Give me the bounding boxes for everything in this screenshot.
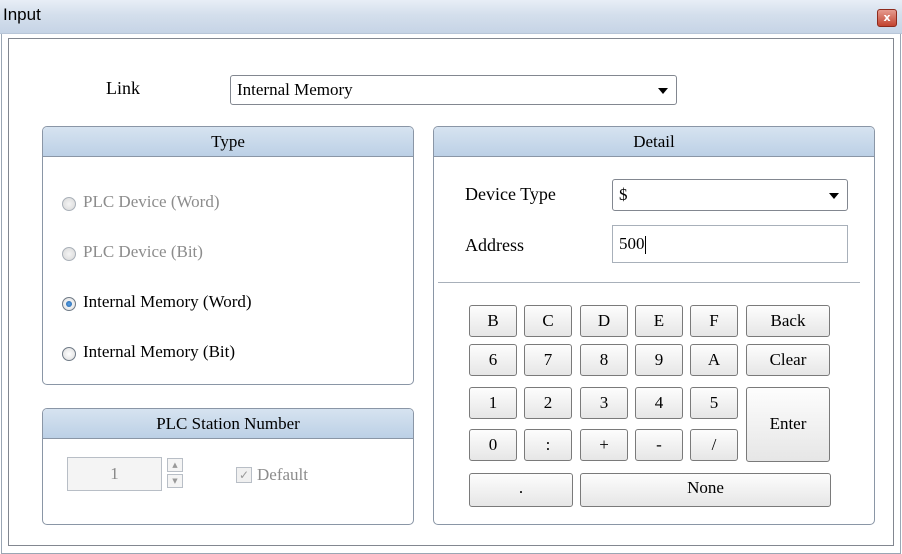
checkmark-icon: ✓ xyxy=(238,468,250,482)
radio-internal-memory-word[interactable] xyxy=(62,297,76,311)
address-input[interactable]: 500 xyxy=(612,225,848,263)
radio-internal-memory-bit[interactable] xyxy=(62,347,76,361)
title-bar xyxy=(0,0,902,34)
key-back[interactable]: Back xyxy=(746,305,830,337)
key-enter[interactable]: Enter xyxy=(746,387,830,462)
text-caret xyxy=(644,236,646,255)
key-7[interactable]: 7 xyxy=(524,344,572,376)
radio-label-plc-device-bit: PLC Device (Bit) xyxy=(83,242,203,261)
key-1[interactable]: 1 xyxy=(469,387,517,419)
default-checkbox[interactable]: ✓ xyxy=(236,467,252,483)
address-value: 500 xyxy=(619,234,645,253)
key-8[interactable]: 8 xyxy=(580,344,628,376)
device-type-combobox[interactable]: $ xyxy=(612,179,848,211)
radio-label-internal-memory-bit: Internal Memory (Bit) xyxy=(83,342,236,361)
link-combobox-value: Internal Memory xyxy=(237,80,353,99)
default-checkbox-label: Default xyxy=(257,465,308,484)
device-type-label: Device Type xyxy=(465,184,556,204)
detail-group-header: Detail xyxy=(434,127,874,157)
link-label: Link xyxy=(106,78,140,98)
key-c[interactable]: C xyxy=(524,305,572,337)
key-b[interactable]: B xyxy=(469,305,517,337)
radio-selected-dot xyxy=(66,301,72,307)
key-a[interactable]: A xyxy=(690,344,738,376)
key-slash[interactable]: / xyxy=(690,429,738,461)
key-2[interactable]: 2 xyxy=(524,387,572,419)
chevron-down-icon xyxy=(658,88,668,94)
spin-down-icon[interactable]: ▼ xyxy=(167,474,183,488)
radio-label-plc-device-word: PLC Device (Word) xyxy=(83,192,220,211)
key-colon[interactable]: : xyxy=(524,429,572,461)
station-number-field[interactable]: 1 xyxy=(67,457,162,491)
key-minus[interactable]: - xyxy=(635,429,683,461)
radio-plc-device-word[interactable] xyxy=(62,197,76,211)
key-d[interactable]: D xyxy=(580,305,628,337)
plc-station-group-header: PLC Station Number xyxy=(43,409,413,439)
key-5[interactable]: 5 xyxy=(690,387,738,419)
type-group-header: Type xyxy=(43,127,413,157)
chevron-down-icon xyxy=(829,193,839,199)
key-0[interactable]: 0 xyxy=(469,429,517,461)
detail-separator xyxy=(438,282,860,283)
key-e[interactable]: E xyxy=(635,305,683,337)
radio-plc-device-bit[interactable] xyxy=(62,247,76,261)
key-f[interactable]: F xyxy=(690,305,738,337)
key-3[interactable]: 3 xyxy=(580,387,628,419)
close-icon: x xyxy=(883,11,891,24)
close-button[interactable]: x xyxy=(877,9,897,27)
key-clear[interactable]: Clear xyxy=(746,344,830,376)
key-none[interactable]: None xyxy=(580,473,831,507)
spin-up-icon[interactable]: ▲ xyxy=(167,458,183,472)
key-9[interactable]: 9 xyxy=(635,344,683,376)
link-combobox[interactable]: Internal Memory xyxy=(230,75,677,105)
key-6[interactable]: 6 xyxy=(469,344,517,376)
key-4[interactable]: 4 xyxy=(635,387,683,419)
window-title: Input xyxy=(3,5,41,24)
device-type-value: $ xyxy=(619,185,628,204)
key-plus[interactable]: + xyxy=(580,429,628,461)
radio-label-internal-memory-word: Internal Memory (Word) xyxy=(83,292,252,311)
address-label: Address xyxy=(465,235,524,255)
key-dot[interactable]: . xyxy=(469,473,573,507)
